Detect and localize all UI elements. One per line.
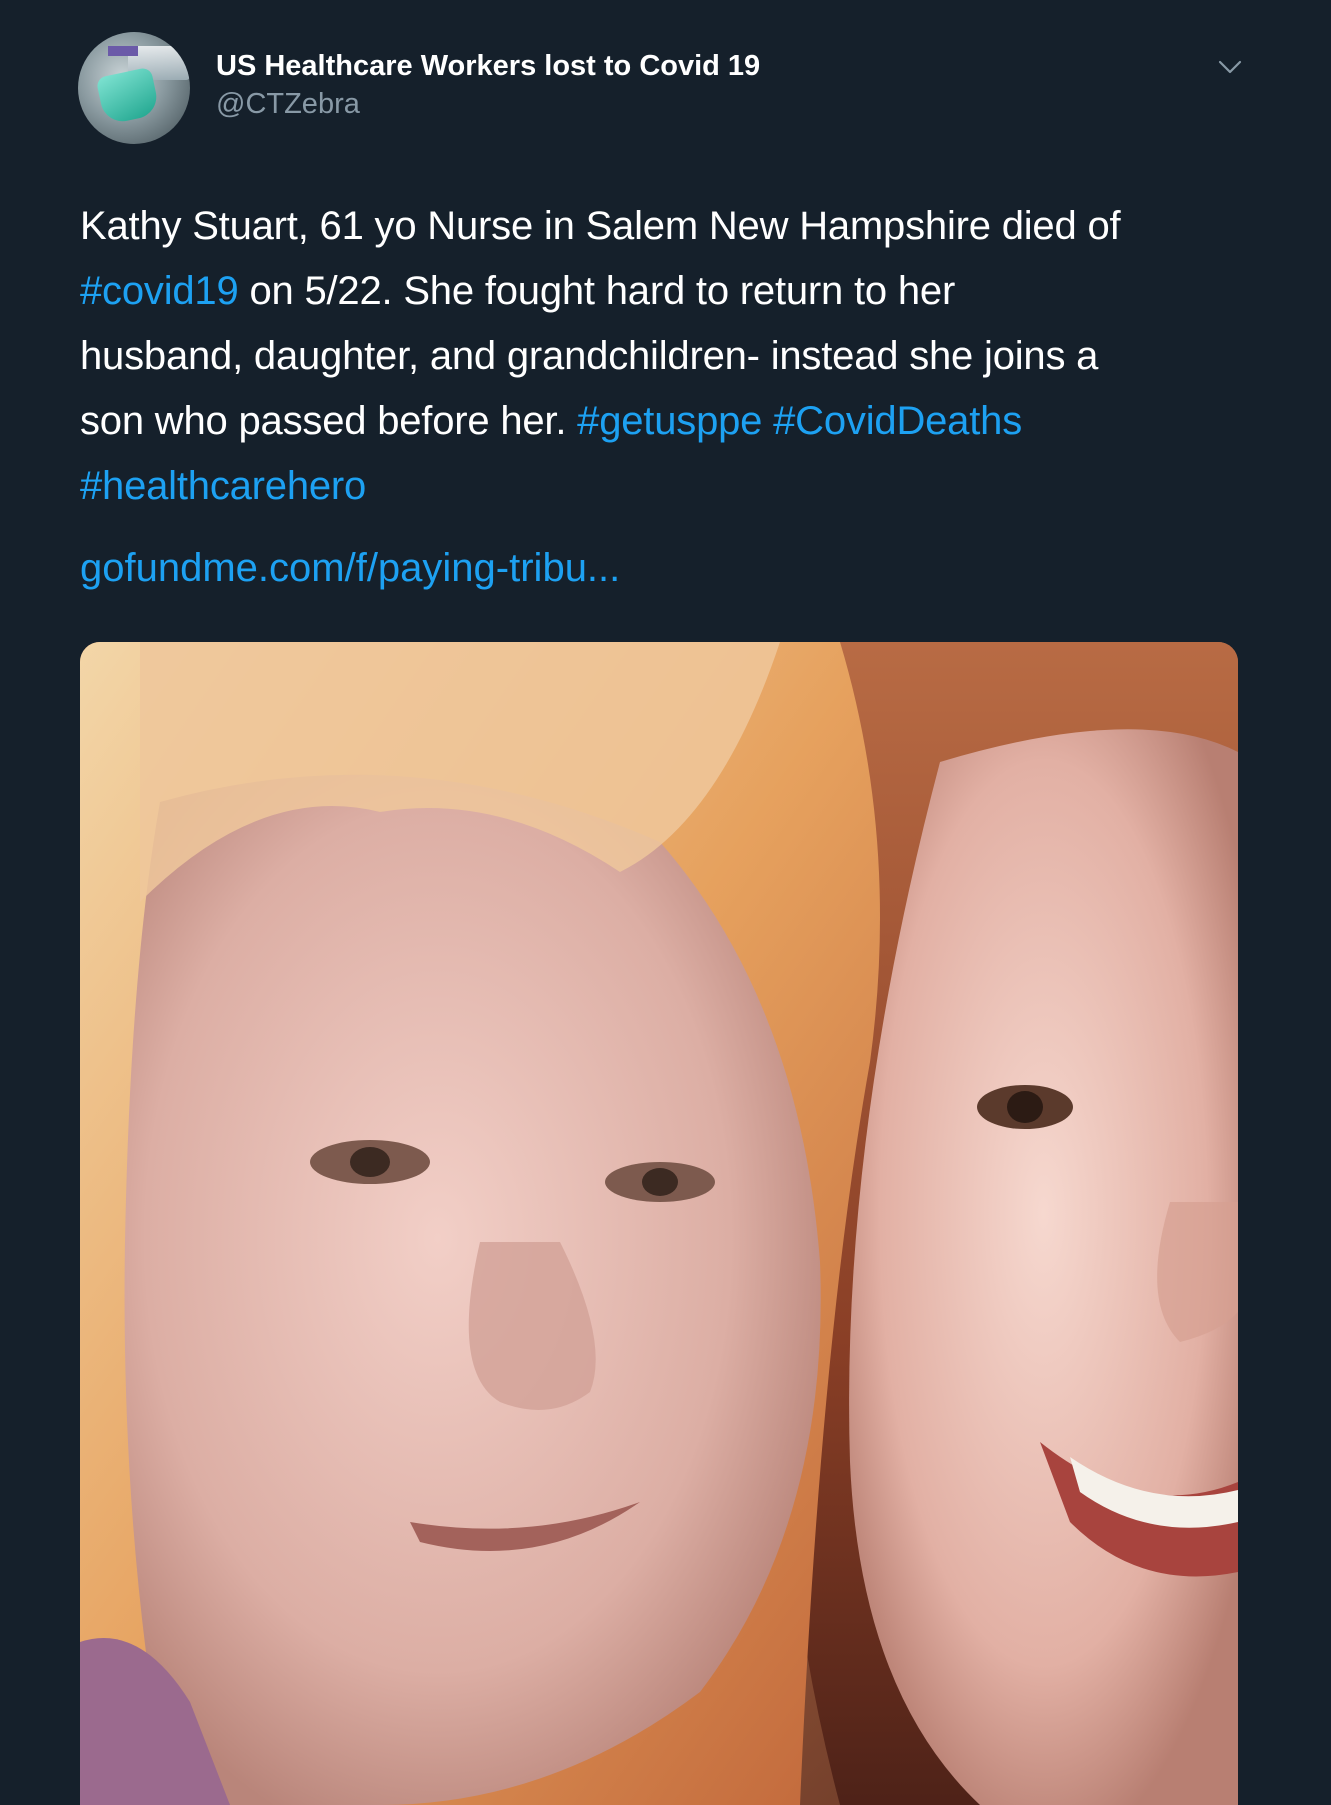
hashtag-getusppe[interactable]: #getusppe: [577, 399, 762, 443]
tweet-text-space: [762, 399, 773, 443]
tweet: US Healthcare Workers lost to Covid 19 @…: [0, 0, 1331, 1805]
author-names: US Healthcare Workers lost to Covid 19 @…: [216, 48, 760, 122]
gofundme-link[interactable]: gofundme.com/f/paying-tribu...: [80, 546, 620, 590]
tweet-text-segment: husband, daughter, and grandchildren- in…: [80, 334, 1099, 378]
avatar-strip-shape: [108, 46, 138, 56]
author-handle[interactable]: @CTZebra: [216, 86, 760, 122]
photo-illustration: [80, 642, 1238, 1805]
tweet-text-line: #healthcarehero: [80, 454, 1260, 519]
avatar-mask-shape: [95, 66, 161, 126]
tweet-text-line: #covid19 on 5/22. She fought hard to ret…: [80, 259, 1260, 324]
tweet-text-line: son who passed before her. #getusppe #Co…: [80, 389, 1260, 454]
tweet-photo[interactable]: [80, 642, 1238, 1805]
tweet-header: US Healthcare Workers lost to Covid 19 @…: [78, 32, 1258, 144]
avatar[interactable]: [78, 32, 190, 144]
tweet-text-segment: on 5/22. She fought hard to return to he…: [238, 269, 956, 313]
link-line: gofundme.com/f/paying-tribu...: [80, 538, 620, 598]
tweet-text-line: husband, daughter, and grandchildren- in…: [80, 324, 1260, 389]
author-display-name[interactable]: US Healthcare Workers lost to Covid 19: [216, 48, 760, 84]
chevron-down-icon[interactable]: [1215, 52, 1245, 82]
hashtag-coviddeaths[interactable]: #CovidDeaths: [773, 399, 1022, 443]
tweet-text-segment: son who passed before her.: [80, 399, 578, 443]
tweet-text-line: Kathy Stuart, 61 yo Nurse in Salem New H…: [80, 194, 1260, 259]
tweet-text-segment: Kathy Stuart, 61 yo Nurse in Salem New H…: [80, 204, 1121, 248]
hashtag-healthcarehero[interactable]: #healthcarehero: [80, 464, 366, 508]
tweet-text: Kathy Stuart, 61 yo Nurse in Salem New H…: [80, 194, 1260, 519]
hashtag-covid19[interactable]: #covid19: [80, 269, 239, 313]
